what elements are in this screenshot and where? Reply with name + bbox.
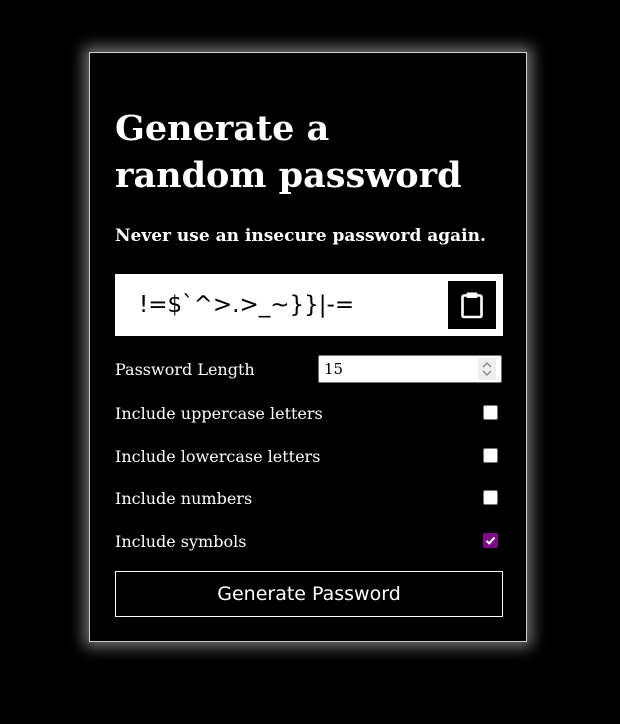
- password-length-label: Password Length: [115, 360, 255, 379]
- lowercase-checkbox[interactable]: [483, 448, 498, 463]
- copy-to-clipboard-button[interactable]: [448, 281, 496, 329]
- symbols-checkbox[interactable]: [483, 533, 498, 548]
- password-result-box: !=$`^>.>_~}}|-=: [115, 274, 503, 336]
- symbols-label: Include symbols: [115, 532, 247, 551]
- checkmark-icon: [485, 536, 496, 545]
- password-length-value: 15: [324, 360, 344, 378]
- numbers-checkbox[interactable]: [483, 490, 498, 505]
- page-title: Generate a random password: [115, 108, 462, 196]
- lowercase-label: Include lowercase letters: [115, 447, 321, 466]
- password-length-input[interactable]: 15: [318, 355, 502, 383]
- uppercase-checkbox[interactable]: [483, 405, 498, 420]
- numbers-label: Include numbers: [115, 489, 253, 508]
- page-subtitle: Never use an insecure password again.: [115, 226, 486, 246]
- generate-password-button[interactable]: Generate Password: [115, 571, 503, 617]
- number-spinner[interactable]: [478, 358, 496, 380]
- generated-password: !=$`^>.>_~}}|-=: [139, 292, 355, 318]
- clipboard-icon: [461, 292, 483, 319]
- password-generator-card: Generate a random password Never use an …: [89, 52, 527, 642]
- spinner-arrows-icon: [482, 362, 492, 376]
- uppercase-label: Include uppercase letters: [115, 404, 323, 423]
